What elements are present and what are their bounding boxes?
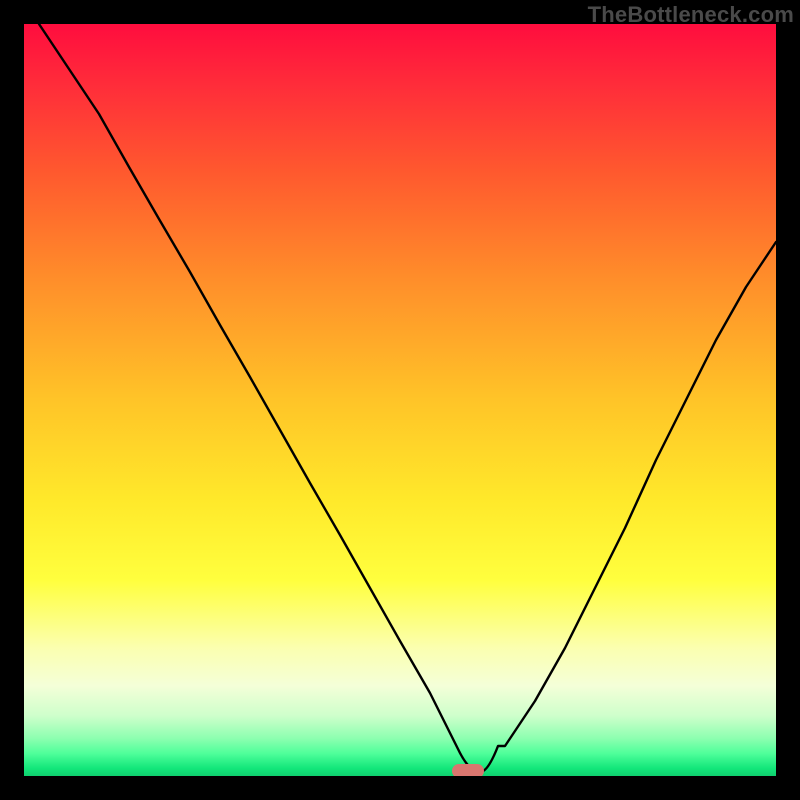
curve-path [39, 24, 776, 772]
optimal-point-marker [452, 764, 484, 776]
plot-area [24, 24, 776, 776]
chart-frame: TheBottleneck.com [0, 0, 800, 800]
bottleneck-curve [24, 24, 776, 776]
watermark-text: TheBottleneck.com [588, 2, 794, 28]
